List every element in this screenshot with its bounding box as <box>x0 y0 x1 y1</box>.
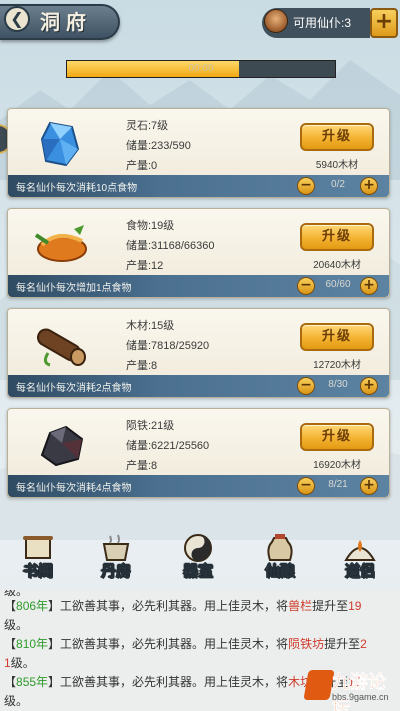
resource-storage: 储量:7818/25920 <box>126 340 210 352</box>
nav-label: 丹房 <box>100 562 132 581</box>
upgrade-button[interactable]: 升级 <box>300 223 374 251</box>
card-footer: 每名仙仆每次消耗10点食物 − 0/2 + <box>8 175 389 197</box>
log-bracket: 【 <box>4 599 17 613</box>
page-title: 洞府 <box>40 10 92 34</box>
nav-label: 道侣 <box>344 562 376 581</box>
progress-label: 00:00 <box>188 63 214 74</box>
nav-alchemy-button[interactable]: 丹房 <box>86 532 146 588</box>
resource-storage: 储量:6221/25560 <box>126 440 210 452</box>
nav-label: 仙酿 <box>264 562 296 581</box>
log-building: 陨铁坊 <box>288 637 325 651</box>
upgrade-cost: 16920木材 <box>313 460 361 471</box>
resource-card-spirit-stone: 灵石:7级 储量:233/590 产量:0 升级 5940木材 每名仙仆每次消耗… <box>7 108 390 198</box>
consumption-note: 每名仙仆每次消耗10点食物 <box>16 183 138 194</box>
resource-output: 产量:8 <box>126 360 158 372</box>
log-bracket: 【 <box>4 637 17 651</box>
log-level: 19 <box>348 599 362 613</box>
add-spirit-button[interactable]: + <box>370 8 398 38</box>
log-text: 级。 <box>4 694 29 708</box>
progress-bar: 00:00 <box>66 60 336 78</box>
upgrade-button[interactable]: 升级 <box>300 423 374 451</box>
log-year: 855年 <box>16 675 49 689</box>
resource-storage: 储量:233/590 <box>126 140 191 152</box>
decrease-workers-button[interactable]: − <box>297 177 315 195</box>
resource-name-level: 灵石:7级 <box>126 120 169 132</box>
forum-logo-icon <box>303 670 335 700</box>
resource-output: 产量:8 <box>126 460 158 472</box>
available-spirits-label: 可用仙仆:3 <box>293 16 352 30</box>
upgrade-cost: 5940木材 <box>315 160 359 171</box>
resource-name-level: 陨铁:21级 <box>126 420 175 432</box>
nav-library-button[interactable]: 书阁 <box>8 532 68 588</box>
top-bar: ❮ 洞府 可用仙仆:3 + <box>0 0 400 46</box>
log-level: 2 <box>360 637 367 651</box>
watermark-title: 九游论坛 <box>332 672 387 711</box>
site-watermark: 九游论坛 bbs.9game.cn <box>302 666 398 711</box>
log-level: 1 <box>4 656 11 670</box>
log-text: 级。 <box>4 618 29 632</box>
log-entry: 【806年】工欲善其事，必先利其器。用上佳灵木，将兽栏提升至19 级。 <box>4 597 396 635</box>
resource-output: 产量:12 <box>126 260 164 272</box>
wood-log-icon <box>37 328 86 367</box>
nav-artifact-room-button[interactable]: 器室 <box>168 532 228 588</box>
resource-name-level: 木材:15级 <box>126 320 175 332</box>
worker-count: 0/2 <box>331 179 345 190</box>
resource-card-meteorite-iron: 陨铁:21级 储量:6221/25560 产量:8 升级 16920木材 每名仙… <box>7 408 390 498</box>
meteorite-iron-icon <box>40 425 84 467</box>
decrease-workers-button[interactable]: − <box>297 377 315 395</box>
card-footer: 每名仙仆每次消耗2点食物 − 8/30 + <box>8 375 389 397</box>
plus-icon: + <box>374 9 394 34</box>
nav-label: 书阁 <box>22 562 54 581</box>
spirit-stone-icon <box>40 121 80 167</box>
back-button[interactable]: ❮ <box>4 6 30 32</box>
log-text: 提升至 <box>324 637 361 651</box>
consumption-note: 每名仙仆每次消耗4点食物 <box>16 483 132 494</box>
back-arrow-icon: ❮ <box>10 9 24 28</box>
log-year: 810年 <box>16 637 49 651</box>
card-footer: 每名仙仆每次增加1点食物 − 60/60 + <box>8 275 389 297</box>
log-text: 】工欲善其事，必先利其器。用上佳灵木，将 <box>48 599 289 613</box>
consumption-note: 每名仙仆每次消耗2点食物 <box>16 383 132 394</box>
increase-workers-button[interactable]: + <box>360 177 378 195</box>
log-text: 】工欲善其事，必先利其器。用上佳灵木，将 <box>48 675 289 689</box>
nav-brewery-button[interactable]: 仙酿 <box>250 532 310 588</box>
resource-output: 产量:0 <box>126 160 158 172</box>
worker-count: 60/60 <box>325 279 351 290</box>
upgrade-cost: 12720木材 <box>313 360 361 371</box>
upgrade-button[interactable]: 升级 <box>300 323 374 351</box>
resource-card-wood: 木材:15级 储量:7818/25920 产量:8 升级 12720木材 每名仙… <box>7 308 390 398</box>
card-footer: 每名仙仆每次消耗4点食物 − 8/21 + <box>8 475 389 497</box>
watermark-url: bbs.9game.cn <box>332 692 389 702</box>
upgrade-button[interactable]: 升级 <box>300 123 374 151</box>
decrease-workers-button[interactable]: − <box>297 277 315 295</box>
increase-workers-button[interactable]: + <box>360 277 378 295</box>
log-text: 】工欲善其事，必先利其器。用上佳灵木，将 <box>48 637 289 651</box>
consumption-note: 每名仙仆每次增加1点食物 <box>16 283 132 294</box>
building-nav: 书阁 丹房 器室 仙酿 道侣 <box>0 532 400 588</box>
spirit-servant-avatar <box>264 9 288 33</box>
log-year: 806年 <box>16 599 49 613</box>
worker-count: 8/21 <box>328 479 348 490</box>
resource-storage: 储量:31168/66360 <box>126 240 215 252</box>
resource-card-food: 食物:19级 储量:31168/66360 产量:12 升级 20640木材 每… <box>7 208 390 298</box>
log-text: 提升至 <box>312 599 349 613</box>
log-bracket: 【 <box>4 675 17 689</box>
decrease-workers-button[interactable]: − <box>297 477 315 495</box>
log-building: 兽栏 <box>288 599 313 613</box>
increase-workers-button[interactable]: + <box>360 377 378 395</box>
nav-companion-button[interactable]: 道侣 <box>330 532 390 588</box>
resource-name-level: 食物:19级 <box>126 220 175 232</box>
upgrade-cost: 20640木材 <box>313 260 361 271</box>
worker-count: 8/30 <box>328 379 348 390</box>
log-text: 级。 <box>10 656 35 670</box>
food-icon <box>34 225 87 262</box>
increase-workers-button[interactable]: + <box>360 477 378 495</box>
nav-label: 器室 <box>182 562 214 581</box>
